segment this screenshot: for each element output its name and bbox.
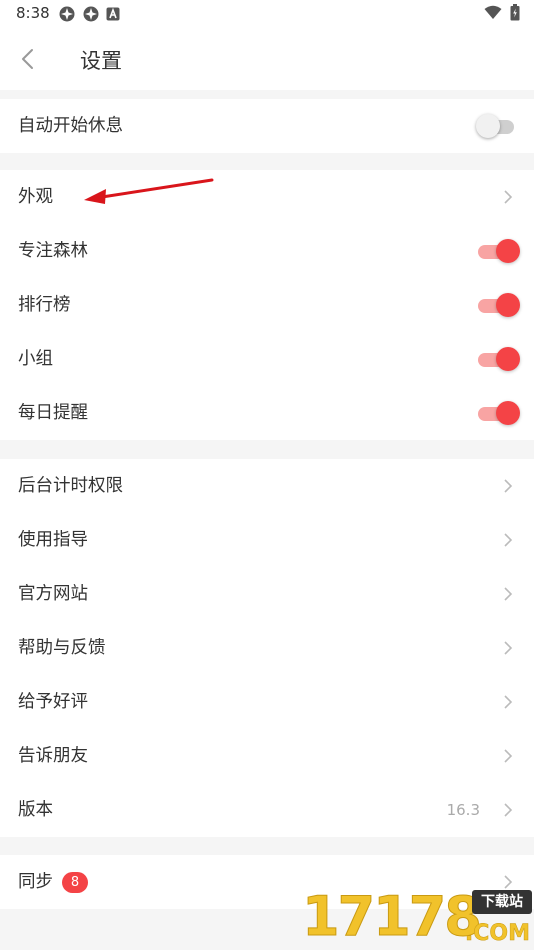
- setting-row-guide[interactable]: 使用指导: [0, 513, 534, 567]
- setting-row-focus-forest[interactable]: 专注森林: [0, 224, 534, 278]
- setting-label: 同步: [18, 872, 53, 892]
- setting-row-rate[interactable]: 给予好评: [0, 675, 534, 729]
- watermark-logo: 17178 下载站 .COM: [302, 885, 534, 950]
- setting-label: 外观: [18, 187, 53, 207]
- setting-label: 版本: [18, 800, 53, 820]
- section-divider: [0, 153, 534, 170]
- chevron-right-icon: [504, 190, 513, 204]
- leaderboard-toggle[interactable]: [476, 293, 520, 319]
- chevron-right-icon: [504, 533, 513, 547]
- status-bar: 8:38: [0, 0, 534, 28]
- setting-label: 后台计时权限: [18, 476, 123, 496]
- system-icons: [484, 4, 520, 21]
- setting-label: 自动开始休息: [18, 116, 123, 136]
- app-bar: 设置: [0, 28, 534, 90]
- version-value: 16.3: [446, 801, 480, 819]
- notification-icons: [58, 5, 120, 23]
- setting-row-website[interactable]: 官方网站: [0, 567, 534, 621]
- chevron-right-icon: [504, 587, 513, 601]
- setting-label: 给予好评: [18, 692, 88, 712]
- chevron-right-icon: [504, 641, 513, 655]
- setting-row-daily-reminder[interactable]: 每日提醒: [0, 386, 534, 440]
- focus-forest-toggle[interactable]: [476, 239, 520, 265]
- back-button[interactable]: [10, 42, 44, 76]
- chevron-right-icon: [504, 803, 513, 817]
- app-notification-icon: [83, 6, 99, 22]
- setting-row-share[interactable]: 告诉朋友: [0, 729, 534, 783]
- chevron-right-icon: [504, 479, 513, 493]
- section-divider: [0, 837, 534, 855]
- setting-row-background-timer[interactable]: 后台计时权限: [0, 459, 534, 513]
- chevron-right-icon: [504, 695, 513, 709]
- daily-reminder-toggle[interactable]: [476, 401, 520, 427]
- setting-row-auto-break[interactable]: 自动开始休息: [0, 99, 534, 153]
- setting-row-leaderboard[interactable]: 排行榜: [0, 278, 534, 332]
- setting-label: 帮助与反馈: [18, 638, 106, 658]
- annotation-arrow: [84, 178, 214, 204]
- setting-row-group[interactable]: 小组: [0, 332, 534, 386]
- page-title: 设置: [80, 49, 122, 73]
- section-divider: [0, 440, 534, 459]
- setting-label: 告诉朋友: [18, 746, 88, 766]
- watermark-tag: 下载站: [472, 890, 532, 914]
- group-toggle[interactable]: [476, 347, 520, 373]
- setting-label: 小组: [18, 349, 53, 369]
- setting-label: 排行榜: [18, 295, 71, 315]
- app-a-icon: [106, 7, 120, 21]
- setting-label: 每日提醒: [18, 403, 88, 423]
- app-notification-icon: [59, 6, 75, 22]
- setting-label: 专注森林: [18, 241, 88, 261]
- sync-badge: 8: [62, 872, 88, 893]
- chevron-right-icon: [504, 749, 513, 763]
- auto-break-toggle[interactable]: [476, 114, 520, 140]
- setting-label: 使用指导: [18, 530, 88, 550]
- chevron-left-icon: [22, 49, 33, 69]
- status-time: 8:38: [16, 4, 50, 22]
- watermark-digits: 17178: [302, 885, 483, 949]
- setting-row-version[interactable]: 版本 16.3: [0, 783, 534, 837]
- setting-label: 官方网站: [18, 584, 88, 604]
- watermark-domain: .COM: [464, 921, 531, 947]
- battery-icon: [510, 4, 520, 21]
- setting-row-help-feedback[interactable]: 帮助与反馈: [0, 621, 534, 675]
- wifi-icon: [484, 5, 502, 19]
